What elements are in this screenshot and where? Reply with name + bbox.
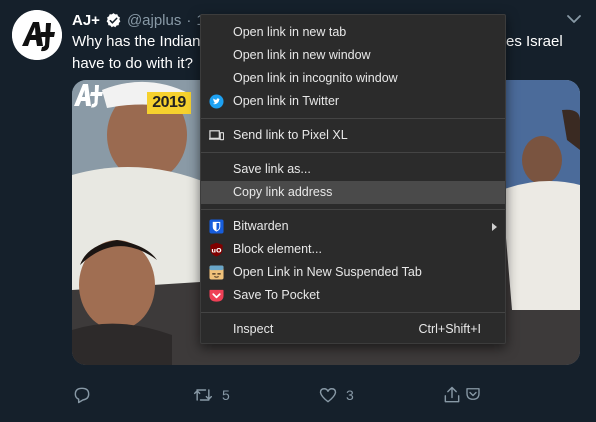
ublock-icon: uO <box>210 242 223 257</box>
menu-item-label: Save To Pocket <box>233 288 320 302</box>
menu-item-send-to-device[interactable]: Send link to Pixel XL <box>201 124 505 147</box>
reply-button[interactable] <box>72 385 92 405</box>
share-button[interactable] <box>442 385 462 405</box>
ajplus-logo-icon <box>12 10 62 60</box>
chevron-down-icon[interactable] <box>564 10 584 28</box>
menu-item-open-in-twitter[interactable]: Open link in Twitter <box>201 90 505 113</box>
menu-item-label: Open link in new window <box>233 48 371 62</box>
menu-item-label: Open link in incognito window <box>233 71 398 85</box>
menu-separator <box>201 312 505 313</box>
menu-separator <box>201 209 505 210</box>
menu-separator <box>201 152 505 153</box>
menu-item-label: Open link in Twitter <box>233 94 340 108</box>
context-menu: Open link in new tab Open link in new wi… <box>200 14 506 344</box>
menu-item-inspect[interactable]: Inspect Ctrl+Shift+I <box>201 318 505 341</box>
menu-separator <box>201 118 505 119</box>
author-avatar[interactable] <box>12 10 62 60</box>
header-dot: · <box>186 11 192 29</box>
verified-badge-icon <box>106 12 121 27</box>
menu-item-label: Save link as... <box>233 162 311 176</box>
ajplus-watermark-icon <box>74 84 103 108</box>
menu-item-open-suspended-tab[interactable]: Open Link in New Suspended Tab <box>201 261 505 284</box>
suspender-icon <box>209 265 224 280</box>
twitter-icon <box>209 94 224 109</box>
submenu-arrow-icon <box>492 223 497 231</box>
tweet-header: AJ+ @ajplus · 1 <box>72 10 205 30</box>
retweet-button[interactable]: 5 <box>192 385 230 405</box>
menu-item-shortcut: Ctrl+Shift+I <box>418 322 481 336</box>
tweet-text-line-tail: es Israel <box>506 33 563 50</box>
menu-item-label: Send link to Pixel XL <box>233 128 348 142</box>
like-button[interactable]: 3 <box>318 385 354 405</box>
menu-item-bitwarden[interactable]: Bitwarden <box>201 215 505 238</box>
menu-item-block-element[interactable]: uO Block element... <box>201 238 505 261</box>
pocket-save-button[interactable] <box>464 385 482 403</box>
menu-item-label: Inspect <box>233 322 274 336</box>
menu-item-label: Bitwarden <box>233 219 289 233</box>
tweet-text-line: Why has the Indian <box>72 33 201 50</box>
menu-item-label: Open Link in New Suspended Tab <box>233 265 422 279</box>
share-icon <box>444 386 460 403</box>
svg-text:uO: uO <box>211 246 222 254</box>
tweet-text-line: have to do with it? <box>72 55 193 72</box>
bitwarden-icon <box>209 219 224 234</box>
author-name[interactable]: AJ+ <box>72 12 100 29</box>
menu-item-label: Block element... <box>233 242 322 256</box>
year-badge: 2019 <box>147 92 191 114</box>
menu-item-copy-link-address[interactable]: Copy link address <box>201 181 505 204</box>
menu-item-save-link-as[interactable]: Save link as... <box>201 158 505 181</box>
device-icon <box>209 130 224 141</box>
menu-item-save-to-pocket[interactable]: Save To Pocket <box>201 284 505 307</box>
reply-icon <box>74 387 90 404</box>
pocket-outline-icon <box>466 388 480 400</box>
menu-item-label: Open link in new tab <box>233 25 347 39</box>
menu-item-open-new-tab[interactable]: Open link in new tab <box>201 21 505 44</box>
retweet-icon <box>193 389 213 401</box>
menu-item-open-new-window[interactable]: Open link in new window <box>201 44 505 67</box>
retweet-count: 5 <box>222 387 230 403</box>
like-count: 3 <box>346 387 354 403</box>
menu-item-open-incognito[interactable]: Open link in incognito window <box>201 67 505 90</box>
tweet-actions: 5 3 <box>72 385 580 409</box>
menu-item-label: Copy link address <box>233 185 333 199</box>
heart-icon <box>319 388 337 403</box>
author-handle[interactable]: @ajplus <box>127 12 181 29</box>
pocket-icon <box>209 289 224 302</box>
